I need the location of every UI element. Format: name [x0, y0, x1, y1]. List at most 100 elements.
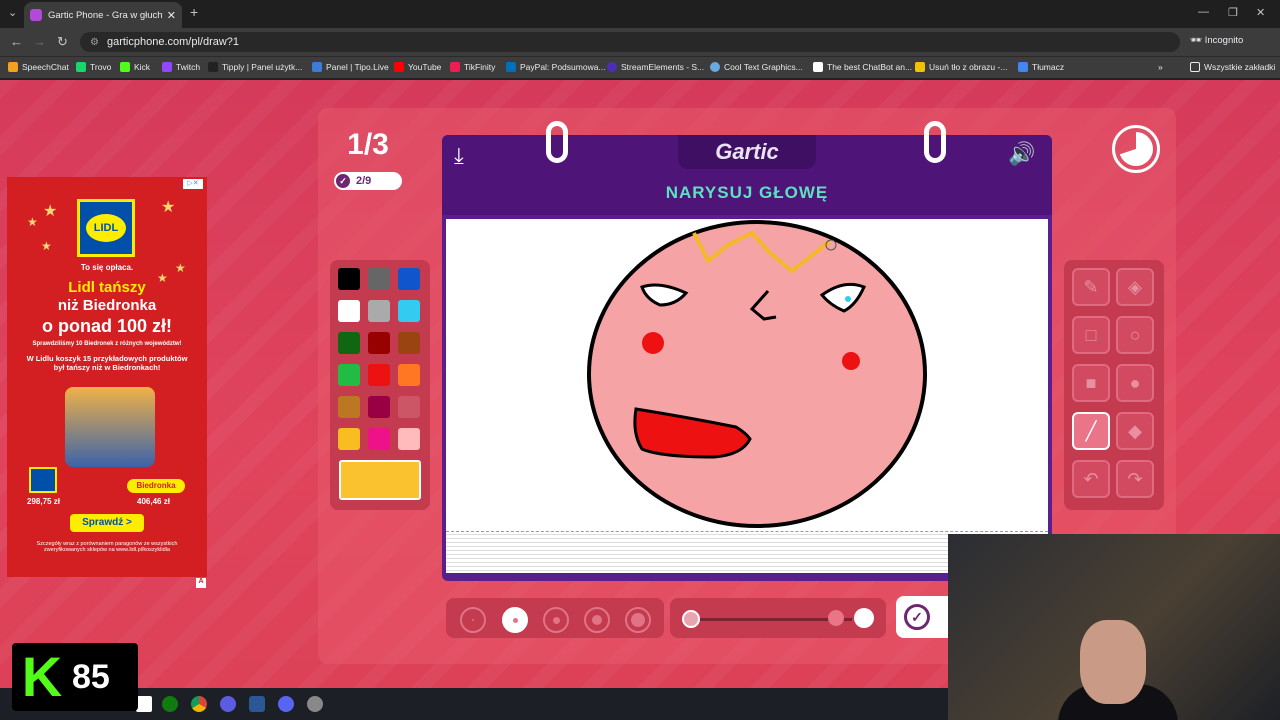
sound-icon[interactable]: 🔊 — [1008, 141, 1035, 167]
bookmark-chatbot[interactable]: The best ChatBot an... — [813, 62, 912, 72]
download-icon[interactable]: ⤓ — [454, 143, 482, 171]
color-swatch[interactable] — [398, 300, 420, 322]
eraser-icon[interactable]: ◈ — [1116, 268, 1154, 306]
color-swatch[interactable] — [338, 268, 360, 290]
bookmark-youtube[interactable]: YouTube — [394, 62, 441, 72]
bookmark-streamelements[interactable]: StreamElements - S... — [607, 62, 704, 72]
stroke-size-3[interactable] — [543, 607, 569, 633]
stroke-size-2[interactable] — [502, 607, 528, 633]
color-swatch[interactable] — [338, 428, 360, 450]
color-swatch[interactable] — [368, 268, 390, 290]
back-icon[interactable]: ← — [10, 34, 23, 49]
ad-headline-2: niż Biedronka — [57, 297, 157, 314]
drawing-prompt: NARYSUJ GŁOWĘ — [665, 183, 829, 202]
kick-icon — [120, 62, 130, 72]
chrome-icon[interactable] — [191, 696, 207, 712]
tool-panel: ✎ ◈ □ ○ ■ ● ╱ ◆ ↶ ↷ — [1064, 260, 1164, 510]
color-swatch[interactable] — [398, 396, 420, 418]
adchoices-icon[interactable]: ▷✕ — [183, 179, 203, 189]
progress-badge: ✓ 2/9 — [334, 172, 402, 190]
ad-cta-button[interactable]: Sprawdź > — [70, 514, 144, 532]
rectangle-outline-icon[interactable]: □ — [1072, 316, 1110, 354]
rectangle-fill-icon[interactable]: ■ — [1072, 364, 1110, 402]
close-tab-icon[interactable]: ✕ — [167, 9, 176, 22]
address-bar[interactable]: ⚙ garticphone.com/pl/draw?1 — [80, 32, 1180, 52]
lidl-ad[interactable]: ▷✕ ★ ★ ★ ★ ★ ★ LIDL To się opłaca. Lidl … — [7, 177, 207, 577]
bookmark-label: The best ChatBot an... — [827, 62, 913, 72]
color-swatch[interactable] — [398, 428, 420, 450]
line-icon[interactable]: ╱ — [1072, 412, 1110, 450]
bookmark-removebg[interactable]: Usuń tło z obrazu -... — [915, 62, 1007, 72]
forward-icon[interactable]: → — [33, 34, 46, 49]
bookmark-twitch[interactable]: Twitch — [162, 62, 200, 72]
app-icon[interactable] — [220, 696, 236, 712]
star-icon: ★ — [43, 203, 58, 220]
check-icon: ✓ — [336, 174, 350, 188]
color-swatch[interactable] — [368, 364, 390, 386]
color-swatch[interactable] — [338, 300, 360, 322]
bookmark-label: TikFinity — [464, 62, 496, 72]
opacity-slider[interactable] — [670, 598, 886, 638]
slider-knob[interactable] — [828, 610, 844, 626]
minimize-icon[interactable]: — — [1198, 6, 1209, 18]
fill-bucket-icon[interactable]: ◆ — [1116, 412, 1154, 450]
drawing-canvas[interactable] — [446, 219, 1048, 531]
bookmark-paypal[interactable]: PayPal: Podsumowa... — [506, 62, 606, 72]
folder-icon — [1190, 62, 1200, 72]
color-swatch[interactable] — [338, 364, 360, 386]
stroke-size-picker — [446, 598, 664, 638]
stroke-size-1[interactable] — [460, 607, 486, 633]
webcam-overlay — [948, 534, 1280, 720]
ad-headline-3: o ponad 100 zł! — [41, 316, 173, 336]
more-bookmarks-icon[interactable]: » — [1158, 62, 1163, 72]
discord-icon[interactable] — [278, 696, 294, 712]
color-swatch[interactable] — [368, 428, 390, 450]
color-swatch[interactable] — [368, 300, 390, 322]
color-swatch[interactable] — [398, 364, 420, 386]
site-info-icon[interactable]: ⚙ — [90, 37, 99, 48]
pencil-icon[interactable]: ✎ — [1072, 268, 1110, 306]
undo-icon[interactable]: ↶ — [1072, 460, 1110, 498]
ad-footer: Szczegóły wraz z porównaniem paragonów z… — [36, 541, 178, 553]
ad-label-icon: A — [196, 578, 206, 588]
color-swatch[interactable] — [398, 268, 420, 290]
bookmark-tikfinity[interactable]: TikFinity — [450, 62, 495, 72]
color-swatch[interactable] — [368, 396, 390, 418]
tipply-icon — [208, 62, 218, 72]
tab-gartic[interactable]: Gartic Phone - Gra w głuchy tel ✕ — [24, 2, 182, 28]
all-bookmarks[interactable]: Wszystkie zakładki — [1190, 62, 1275, 72]
incognito-indicator[interactable]: 🕶 Incognito — [1190, 35, 1243, 46]
tab-search-icon[interactable]: ⌄ — [8, 6, 17, 19]
bookmark-label: YouTube — [408, 62, 442, 72]
ellipse-outline-icon[interactable]: ○ — [1116, 316, 1154, 354]
taskview-icon[interactable] — [136, 696, 152, 712]
left-cheek — [642, 332, 664, 354]
streamelements-icon — [607, 62, 617, 72]
app-icon[interactable] — [249, 696, 265, 712]
color-swatch[interactable] — [338, 332, 360, 354]
new-tab-icon[interactable]: + — [190, 4, 198, 20]
redo-icon[interactable]: ↷ — [1116, 460, 1154, 498]
bookmark-translate[interactable]: Tłumacz — [1018, 62, 1064, 72]
bookmark-cooltext[interactable]: Cool Text Graphics... — [710, 62, 803, 72]
bookmark-speechchat[interactable]: SpeechChat — [8, 62, 69, 72]
bookmark-kick[interactable]: Kick — [120, 62, 150, 72]
done-button[interactable]: ✓ — [896, 596, 956, 638]
bookmarks-bar: SpeechChat Trovo Kick Twitch Tipply | Pa… — [0, 56, 1280, 78]
color-swatch[interactable] — [368, 332, 390, 354]
color-swatch[interactable] — [338, 396, 360, 418]
stroke-size-5[interactable] — [625, 607, 651, 633]
price-competitor: 406,46 zł — [137, 497, 170, 506]
color-swatch[interactable] — [398, 332, 420, 354]
bookmark-tipply[interactable]: Tipply | Panel użytk... — [208, 62, 302, 72]
app-icon[interactable] — [307, 696, 323, 712]
stroke-size-4[interactable] — [584, 607, 610, 633]
close-window-icon[interactable]: ✕ — [1256, 6, 1265, 19]
restore-icon[interactable]: ❐ — [1228, 6, 1238, 19]
bookmark-trovo[interactable]: Trovo — [76, 62, 111, 72]
reload-icon[interactable]: ↻ — [57, 34, 68, 50]
ad-body: W Lidlu koszyk 15 przykładowych produktó… — [26, 354, 188, 372]
xbox-icon[interactable] — [162, 696, 178, 712]
bookmark-tipo[interactable]: Panel | Tipo.Live — [312, 62, 389, 72]
ellipse-fill-icon[interactable]: ● — [1116, 364, 1154, 402]
